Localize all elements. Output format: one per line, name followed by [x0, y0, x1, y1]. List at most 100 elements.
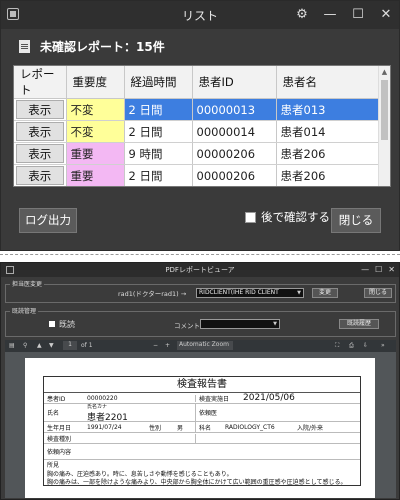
list-close-button[interactable]: 閉じる: [331, 208, 381, 233]
scroll-up-icon[interactable]: ▲: [379, 66, 390, 78]
priority-cell: 重要: [66, 142, 125, 165]
view-report-button[interactable]: 表示: [16, 100, 64, 119]
search-icon[interactable]: ⚲: [23, 342, 27, 349]
patient-name-value: 患者2201: [87, 412, 128, 423]
zoom-out-icon[interactable]: −: [153, 342, 158, 349]
column-header-patient-id[interactable]: 患者ID: [192, 66, 277, 99]
unread-summary-text: 未確認レポート：15件: [40, 39, 165, 54]
column-header-report[interactable]: レポート: [14, 66, 67, 99]
tools-menu-icon[interactable]: »: [381, 342, 385, 349]
elapsed-cell: 2 日間: [124, 187, 192, 188]
pdf-window-title: PDFレポートビューア: [165, 266, 235, 274]
chevron-down-icon: ▼: [297, 290, 301, 296]
request-content-label: 依頼内容: [47, 449, 72, 456]
inpatient-outpatient-label: 入院/外来: [297, 424, 324, 432]
next-page-icon[interactable]: ▼: [49, 342, 54, 349]
name-kana-label: 氏名カナ: [87, 403, 108, 410]
view-report-button[interactable]: 表示: [16, 122, 64, 141]
read-history-button[interactable]: 既読履歴: [339, 319, 379, 329]
zoom-in-icon[interactable]: +: [165, 342, 170, 349]
chevron-down-icon: ▼: [273, 321, 277, 327]
minimize-icon[interactable]: —: [361, 263, 369, 277]
zoom-select[interactable]: Automatic Zoom: [177, 341, 233, 350]
read-group-label: 既読管理: [10, 306, 39, 315]
report-cell: 表示: [14, 98, 67, 121]
exam-date-value: 2021/05/06: [243, 393, 295, 403]
table-row[interactable]: 表示 重要 9 時間 00000206 患者206: [14, 142, 381, 165]
exam-date-label: 検査実施日: [199, 395, 230, 403]
pdf-document-area[interactable]: 検査報告書 患者ID 00000220 検査実施日 2021/05/06 氏名 …: [5, 352, 396, 498]
dob-value: 1991/07/24: [87, 423, 122, 431]
patient-id-cell: 00000206: [192, 164, 277, 186]
table-row[interactable]: 表示 不変 2 日間 00000013 患者013: [14, 98, 381, 121]
sex-value: 男: [174, 422, 196, 432]
report-table: レポート 重要度 経過時間 患者ID 患者名 表示 不変 2 日間 00000013 患…: [13, 65, 391, 187]
maximize-icon[interactable]: ☐: [349, 5, 367, 25]
table-row[interactable]: 表示重要2 日間00000206患者206: [14, 164, 381, 186]
app-icon: [6, 266, 14, 274]
read-checkbox[interactable]: [49, 321, 55, 327]
column-header-elapsed[interactable]: 経過時間: [124, 66, 193, 99]
comment-label: コメント: [174, 322, 200, 330]
list-titlebar[interactable]: リスト ⚙ — ☐ ✕: [1, 1, 399, 29]
patient-id-cell: 00000014: [192, 120, 277, 143]
assignee-select-value: RIDCLIENT(IHE RID CLIENT: [199, 289, 279, 296]
maximize-icon[interactable]: ☐: [375, 263, 382, 277]
fullscreen-icon[interactable]: ⛶: [335, 342, 339, 350]
comment-select[interactable]: ▼: [200, 319, 280, 329]
pdf-viewer-window: PDFレポートビューア — ☐ ✕ 担当医変更 rad1(ドクターrad1) →…: [0, 262, 400, 500]
review-later-checkbox[interactable]: [245, 212, 256, 223]
table-row[interactable]: 表示 不変 2 日間 00000014 患者014: [14, 120, 381, 143]
read-checkbox-label: 既読: [59, 320, 75, 329]
report-cell: 表示: [14, 120, 67, 143]
patient-name-cell: 患者014: [276, 120, 381, 143]
close-icon[interactable]: ✕: [377, 5, 395, 25]
vertical-scrollbar[interactable]: ▲: [378, 66, 390, 186]
exam-type-label: 検査種別: [44, 433, 196, 443]
log-export-button[interactable]: ログ出力: [19, 208, 77, 233]
close-icon[interactable]: ✕: [388, 263, 395, 277]
pdf-close-button[interactable]: 閉じる: [364, 288, 392, 298]
requesting-doctor-label: 依頼医: [199, 410, 218, 417]
patient-name-cell: 患者206: [276, 187, 380, 188]
priority-cell: 不変: [66, 120, 125, 143]
priority-cell: 重要: [66, 164, 125, 186]
unread-summary: 未確認レポート：15件: [1, 29, 399, 63]
patient-name-cell: 患者206: [276, 164, 381, 186]
previous-page-icon[interactable]: ▲: [37, 342, 42, 349]
view-report-button[interactable]: 表示: [16, 144, 64, 163]
page-number-input[interactable]: 1: [63, 341, 77, 350]
change-button[interactable]: 変更: [312, 288, 338, 298]
report-cell: 表示: [14, 164, 67, 186]
download-icon[interactable]: ⇩: [363, 342, 368, 349]
patient-name-cell: 患者206: [276, 142, 381, 165]
page-count: of 1: [81, 342, 93, 349]
sidebar-toggle-icon[interactable]: ▤: [9, 342, 15, 349]
column-header-priority[interactable]: 重要度: [66, 66, 125, 99]
scrollbar-thumb[interactable]: [381, 80, 388, 140]
patient-id-cell: 00000206: [192, 142, 277, 165]
pdf-titlebar[interactable]: PDFレポートビューア — ☐ ✕: [1, 263, 399, 277]
table-header-row: レポート 重要度 経過時間 患者ID 患者名: [14, 66, 381, 99]
column-header-patient-name[interactable]: 患者名: [276, 66, 381, 99]
assignee-group-label: 担当医変更: [10, 279, 45, 288]
report-cell: 表示: [14, 142, 67, 165]
report-cell: 表示: [14, 187, 66, 188]
assignee-select[interactable]: RIDCLIENT(IHE RID CLIENT ▼: [196, 288, 304, 298]
print-icon[interactable]: ⎙: [349, 342, 354, 350]
table-row[interactable]: 表示重要2 日間00000206患者206: [14, 187, 380, 188]
department-label: 科名: [199, 424, 212, 432]
settings-icon[interactable]: ⚙: [293, 5, 311, 25]
pdf-page: 検査報告書 患者ID 00000220 検査実施日 2021/05/06 氏名 …: [25, 358, 375, 498]
report-title: 検査報告書: [44, 377, 360, 393]
document-icon: [19, 39, 30, 53]
exam-report: 検査報告書 患者ID 00000220 検査実施日 2021/05/06 氏名 …: [43, 376, 361, 486]
minimize-icon[interactable]: —: [321, 5, 339, 25]
view-report-button[interactable]: 表示: [16, 166, 64, 185]
dob-label: 生年月日: [47, 424, 72, 432]
sex-label: 性別: [149, 424, 162, 432]
elapsed-cell: 9 時間: [124, 142, 193, 165]
department-value: RADIOLOGY_CT6: [225, 423, 275, 431]
name-label: 氏名: [47, 410, 60, 417]
review-later-label: 後で確認する: [261, 210, 330, 224]
